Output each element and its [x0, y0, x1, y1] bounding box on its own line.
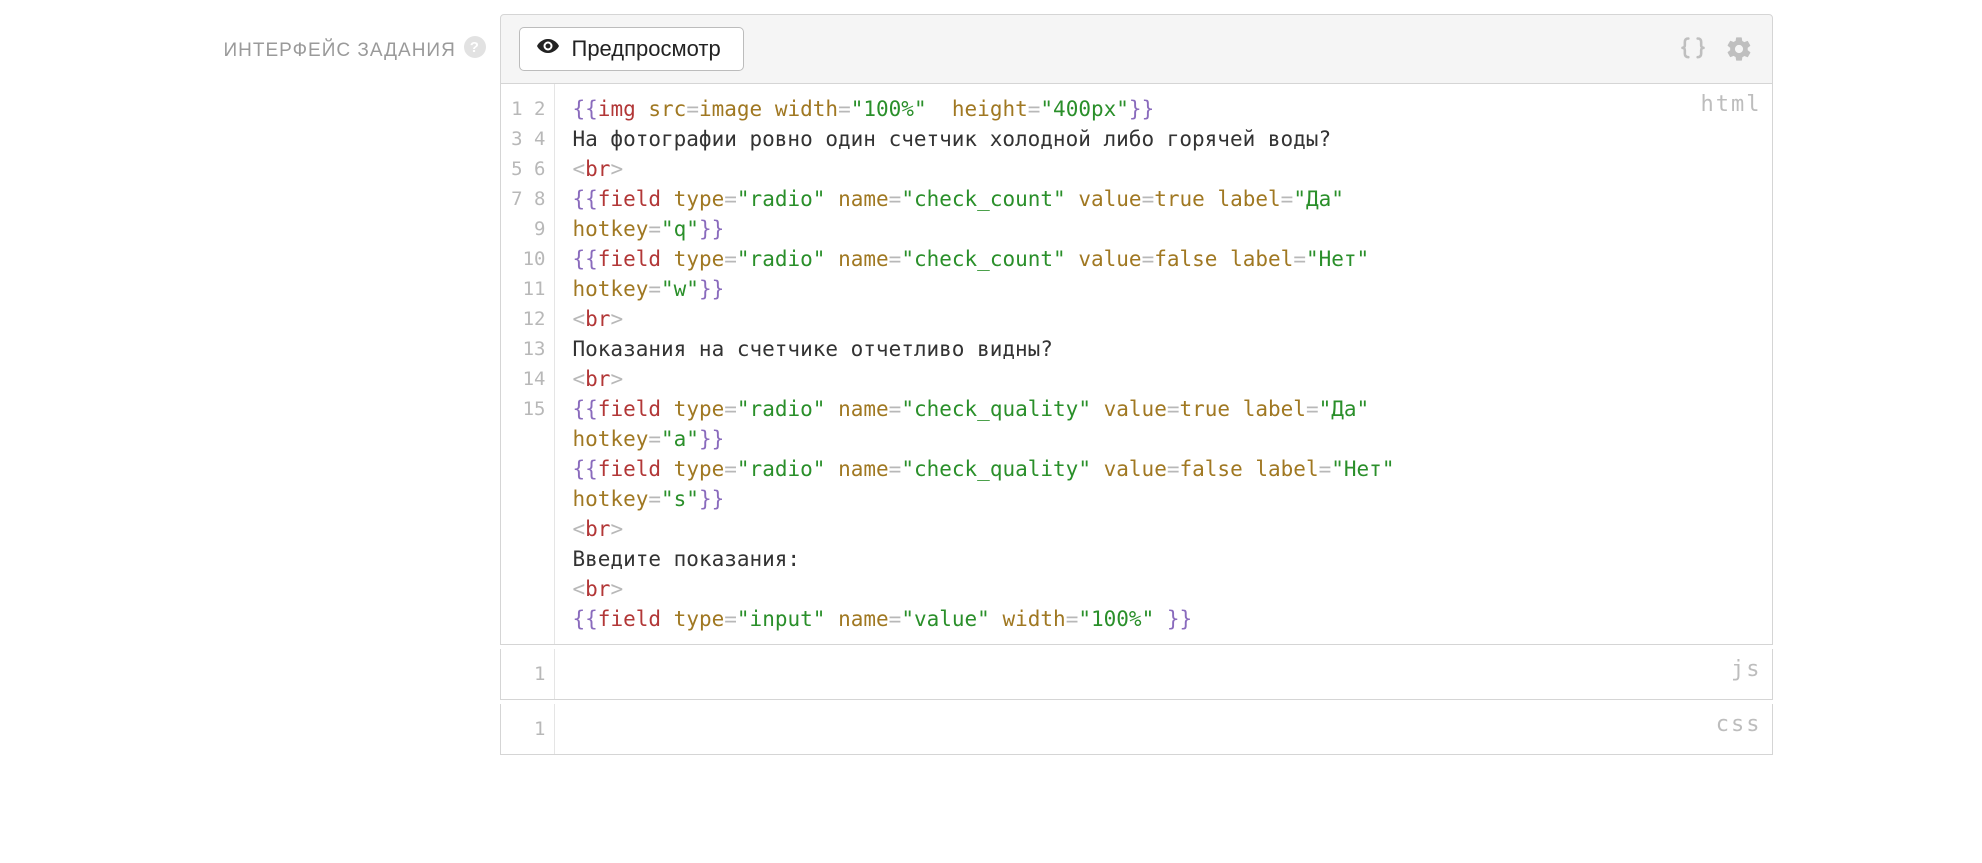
code-area[interactable]: {{img src=image width="100%" height="400… — [555, 84, 1772, 644]
eye-icon — [536, 34, 560, 64]
language-badge-css: css — [1716, 712, 1762, 737]
line-gutter: 1 — [501, 704, 555, 754]
js-editor[interactable]: js 1 — [500, 649, 1773, 700]
code-area[interactable] — [555, 704, 1772, 754]
line-gutter: 1 — [501, 649, 555, 699]
editor-toolbar: Предпросмотр — [500, 14, 1773, 84]
section-title-text: ИНТЕРФЕЙС ЗАДАНИЯ — [224, 40, 456, 62]
help-icon[interactable]: ? — [464, 36, 486, 58]
braces-icon[interactable] — [1678, 34, 1708, 64]
html-editor[interactable]: html 1 2 3 4 5 6 7 8 9 10 11 12 13 14 15… — [500, 84, 1773, 645]
preview-button[interactable]: Предпросмотр — [519, 27, 744, 71]
preview-button-label: Предпросмотр — [572, 36, 721, 62]
task-interface-panel: Предпросмотр html 1 2 3 4 5 6 7 8 9 10 1… — [500, 14, 1773, 863]
language-badge-js: js — [1731, 657, 1762, 682]
section-title: ИНТЕРФЕЙС ЗАДАНИЯ ? — [210, 14, 500, 863]
line-gutter: 1 2 3 4 5 6 7 8 9 10 11 12 13 14 15 — [501, 84, 555, 644]
language-badge-html: html — [1701, 92, 1762, 117]
gear-icon[interactable] — [1724, 34, 1754, 64]
css-editor[interactable]: css 1 — [500, 704, 1773, 755]
code-area[interactable] — [555, 649, 1772, 699]
